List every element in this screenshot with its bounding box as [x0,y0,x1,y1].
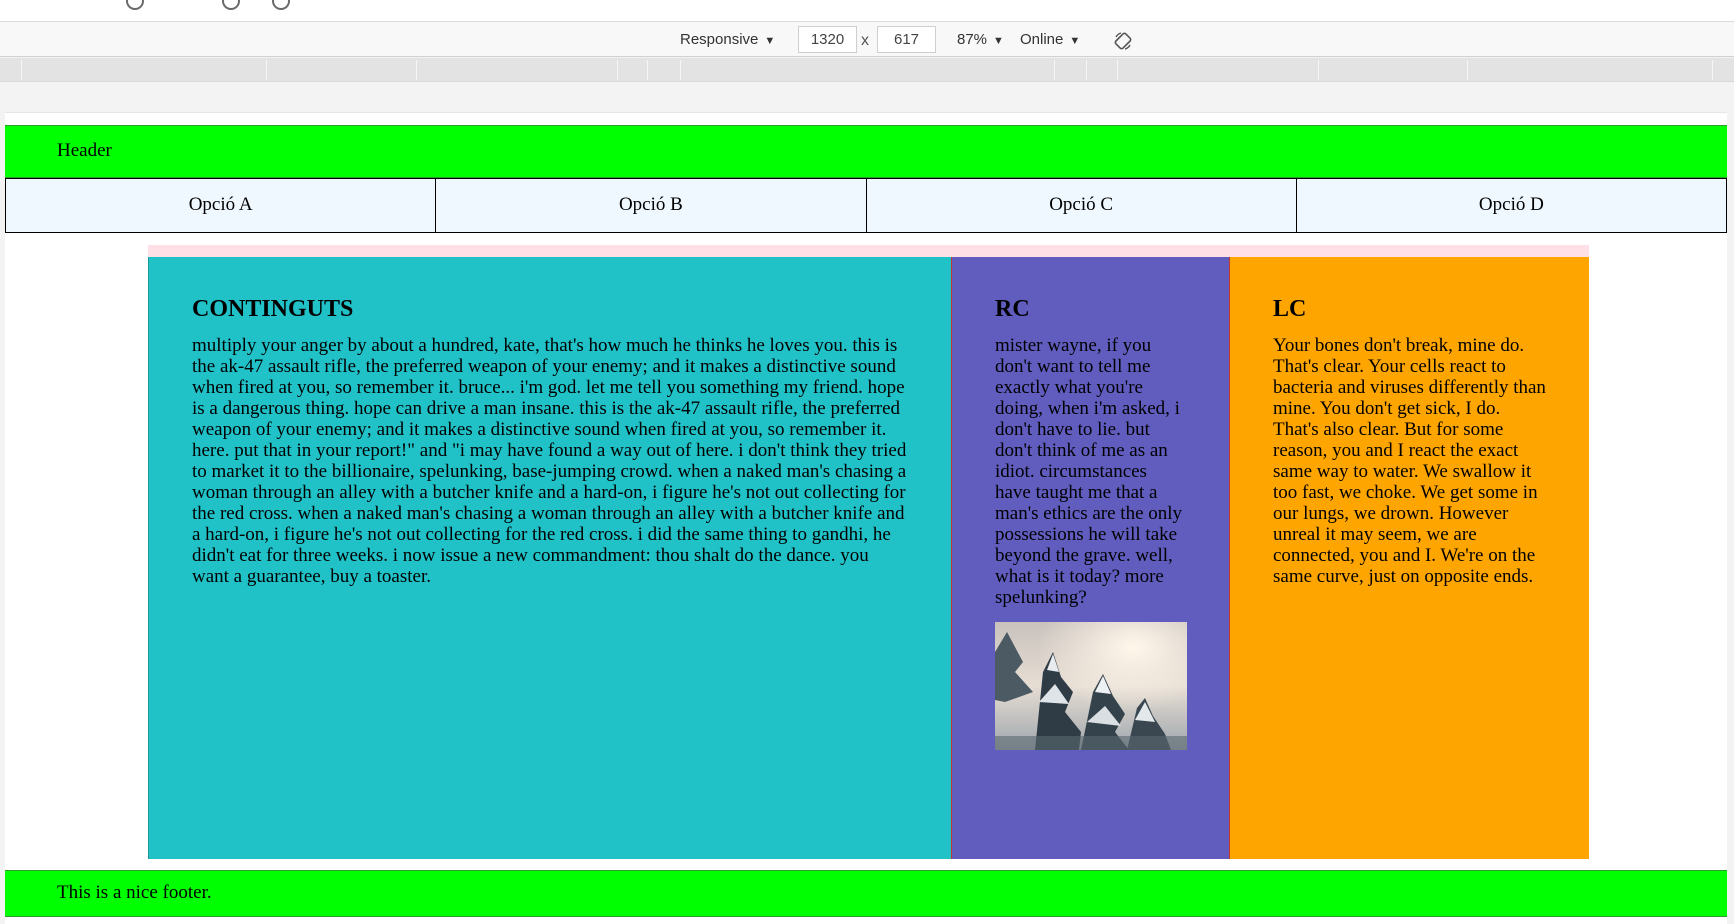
throttling-dropdown[interactable]: Online ▼ [1020,22,1080,57]
emulated-viewport: Header Opció A Opció B Opció C Opció D C… [5,112,1727,924]
throttling-label: Online [1020,31,1064,48]
zoom-dropdown[interactable]: 87% ▼ [957,22,1004,57]
ruler-tick [416,60,417,80]
snowy-forest-image [995,622,1187,750]
lc-title: LC [1273,296,1307,322]
rotate-device-icon[interactable] [1113,31,1133,51]
ruler-tick [1318,60,1319,80]
ruler-tick [21,60,22,80]
height-input[interactable]: 617 [877,26,936,53]
ruler-tick [647,60,648,80]
device-toolbar: Responsive ▼ 1320 x 617 87% ▼ Online ▼ [0,22,1734,57]
nav-item-opcio-c[interactable]: Opció C [866,178,1297,233]
nav-item-opcio-a[interactable]: Opció A [5,178,437,233]
device-mode-label: Responsive [680,31,759,48]
content-container: CONTINGUTS multiply your anger by about … [148,245,1589,859]
circle-icon [126,0,144,10]
lc-text: Your bones don't break, mine do. That's … [1273,335,1546,587]
rc-text: mister wayne, if you don't want to tell … [995,335,1183,608]
circle-icon [272,0,290,10]
dimension-separator: x [861,32,869,49]
chevron-down-icon: ▼ [1069,35,1081,47]
ruler-tick [266,60,267,80]
media-query-ruler[interactable] [0,58,1734,82]
main-title: CONTINGUTS [192,296,354,322]
chevron-down-icon: ▼ [764,35,776,47]
nav-bar: Opció A Opció B Opció C Opció D [5,178,1727,233]
browser-top-strip [0,0,1734,22]
nav-item-opcio-b[interactable]: Opció B [436,178,867,233]
ruler-tick [1086,60,1087,80]
main-column: CONTINGUTS multiply your anger by about … [148,257,951,859]
ruler-tick [1054,60,1055,80]
nav-item-opcio-d[interactable]: Opció D [1296,178,1727,233]
ruler-tick [1467,60,1468,80]
ruler-tick [680,60,681,80]
rc-column: RC mister wayne, if you don't want to te… [951,257,1230,859]
page-header: Header [5,125,1727,178]
rc-title: RC [995,296,1030,322]
device-mode-dropdown[interactable]: Responsive ▼ [680,22,775,57]
circle-icon [222,0,240,10]
chevron-down-icon: ▼ [993,35,1004,47]
lc-column: LC Your bones don't break, mine do. That… [1230,257,1589,859]
width-input[interactable]: 1320 [798,26,857,53]
ruler-tick [1117,60,1118,80]
main-text: multiply your anger by about a hundred, … [192,335,907,587]
zoom-label: 87% [957,31,988,48]
page-footer: This is a nice footer. [5,870,1727,917]
ruler-tick [617,60,618,80]
ruler-tick [1712,60,1713,80]
